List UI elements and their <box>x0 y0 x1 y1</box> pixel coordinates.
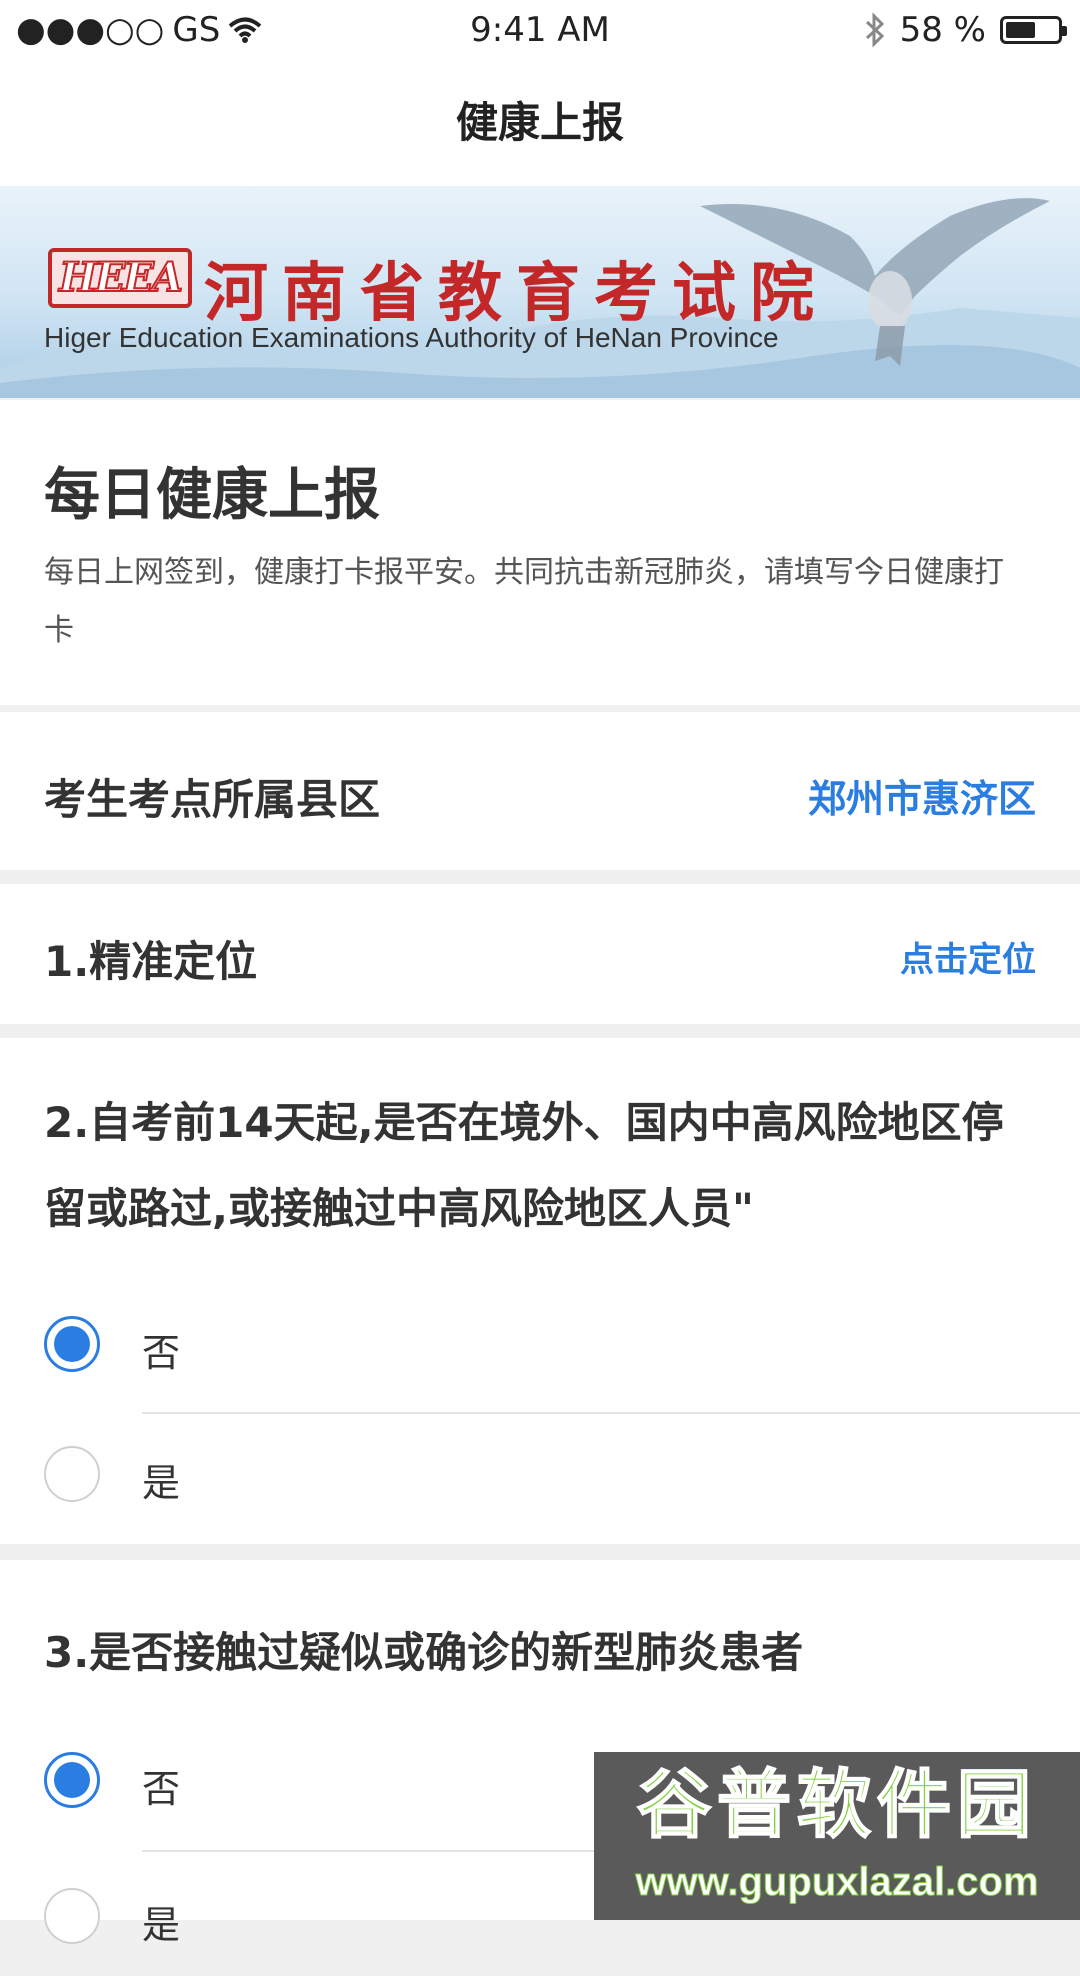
nav-bar: 健康上报 <box>0 60 1080 186</box>
question-title: 3.是否接触过疑似或确诊的新型肺炎患者 <box>44 1628 804 1677</box>
district-row[interactable]: 考生考点所属县区 郑州市惠济区 <box>0 712 1080 870</box>
battery-tip <box>1062 26 1067 36</box>
radio-button[interactable] <box>44 1446 100 1502</box>
radio-option-no[interactable]: 否 <box>0 1284 1080 1404</box>
district-value[interactable]: 郑州市惠济区 <box>808 768 1036 823</box>
radio-button[interactable] <box>44 1888 100 1944</box>
battery-percent: 58 % <box>899 10 986 50</box>
intro-card: 每日健康上报 每日上网签到，健康打卡报平安。共同抗击新冠肺炎，请填写今日健康打卡 <box>0 400 1080 705</box>
battery-fill <box>1006 22 1036 38</box>
intro-description: 每日上网签到，健康打卡报平安。共同抗击新冠肺炎，请填写今日健康打卡 <box>44 555 1004 648</box>
option-label: 是 <box>142 1461 181 1505</box>
radio-option-yes[interactable]: 是 <box>0 1414 1080 1534</box>
watermark: 谷普软件园 www.gupuxlazal.com <box>594 1752 1080 1920</box>
radio-button[interactable] <box>44 1752 100 1808</box>
page-title: 健康上报 <box>455 98 624 147</box>
battery-icon <box>1000 16 1067 44</box>
status-right: 58 % <box>864 10 1067 50</box>
status-bar: ●●●○○ GS 9:41 AM 58 % <box>0 0 1080 60</box>
locate-button[interactable]: 点击定位 <box>900 932 1036 981</box>
location-row: 1.精准定位 点击定位 <box>0 884 1080 1024</box>
question-title: 2.自考前14天起,是否在境外、国内中高风险地区停留或路过,或接触过中高风险地区… <box>44 1098 1004 1233</box>
option-label: 否 <box>142 1331 181 1375</box>
location-label: 1.精准定位 <box>44 937 258 986</box>
watermark-brand: 谷普软件园 <box>636 1761 1037 1849</box>
option-label: 是 <box>142 1903 181 1947</box>
district-label: 考生考点所属县区 <box>44 775 381 824</box>
radio-button[interactable] <box>44 1316 100 1372</box>
option-label: 否 <box>142 1767 181 1811</box>
intro-heading: 每日健康上报 <box>44 463 380 528</box>
banner-title-cn: 河南省教育考试院 <box>204 256 828 331</box>
watermark-url: www.gupuxlazal.com <box>635 1860 1039 1905</box>
question-card: 2.自考前14天起,是否在境外、国内中高风险地区停留或路过,或接触过中高风险地区… <box>0 1038 1080 1544</box>
banner-title-en: Higer Education Examinations Authority o… <box>44 322 779 353</box>
heea-logo: HEEA <box>48 248 192 308</box>
bluetooth-icon <box>865 12 884 48</box>
header-banner: HEEA 河南省教育考试院 Higer Education Examinatio… <box>0 186 1080 398</box>
